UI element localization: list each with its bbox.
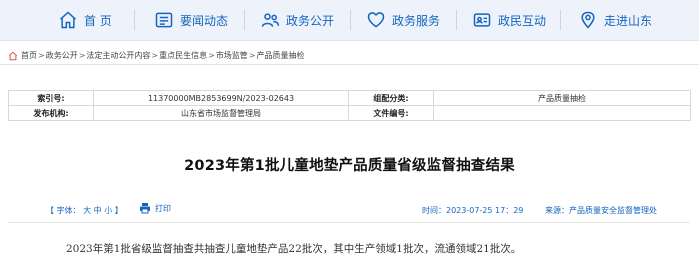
- font-size-medium-button[interactable]: 中: [94, 206, 102, 215]
- breadcrumb-quality-inspection[interactable]: 产品质量抽检: [257, 50, 305, 61]
- publisher-label: 发布机构:: [8, 105, 94, 121]
- breadcrumb-gov-open[interactable]: 政务公开: [46, 50, 78, 61]
- table-row: 索引号: 11370000MB2853699N/2023-02643 组配分类:…: [8, 90, 691, 106]
- breadcrumb-separator: >: [151, 51, 159, 60]
- nav-item-label: 政民互动: [498, 13, 547, 28]
- nav-item-gov-service[interactable]: 政务服务: [366, 7, 440, 33]
- category-label: 组配分类:: [348, 90, 434, 106]
- breadcrumb-market-supervision[interactable]: 市场监管: [216, 50, 248, 61]
- publish-time: 时间：2023-07-25 17：29: [422, 206, 524, 215]
- nav-divider: [350, 10, 351, 30]
- font-size-prefix: 【 字体：: [46, 206, 81, 215]
- nav-item-interaction[interactable]: 政民互动: [472, 7, 546, 33]
- font-size-small-button[interactable]: 小: [104, 206, 112, 215]
- toolbar-divider: [8, 222, 690, 223]
- breadcrumb-separator: >: [78, 51, 86, 60]
- breadcrumb-divider: [0, 64, 699, 65]
- heart-icon: [367, 12, 385, 28]
- printer-icon: [140, 203, 150, 214]
- home-icon: [8, 51, 18, 60]
- nav-item-news[interactable]: 要闻动态: [154, 7, 228, 33]
- document-info-table: 索引号: 11370000MB2853699N/2023-02643 组配分类:…: [8, 90, 691, 121]
- font-size-large-button[interactable]: 大: [83, 206, 91, 215]
- article-toolbar: 【 字体： 大 中 小 】 打印 时间：2023-07-25 17：29 来源：…: [8, 199, 690, 219]
- document-number-label: 文件编号:: [348, 105, 434, 121]
- nav-item-about-shandong[interactable]: 走进山东: [578, 7, 652, 33]
- breadcrumb-separator: >: [248, 51, 256, 60]
- home-icon: [60, 11, 76, 29]
- breadcrumb: 首页 > 政务公开 > 法定主动公开内容 > 重点民生信息 > 市场监管 > 产…: [8, 50, 305, 61]
- nav-divider: [134, 10, 135, 30]
- top-nav: 首 页 要闻动态 政务公开 政务服务 政民互动 走进山东: [0, 0, 699, 41]
- id-card-icon: [473, 13, 491, 27]
- nav-divider: [456, 10, 457, 30]
- index-label: 索引号:: [8, 90, 94, 106]
- font-size-control: 【 字体： 大 中 小 】: [46, 205, 123, 216]
- source-text: 来源：产品质量安全监督管理处: [545, 206, 657, 215]
- nav-item-label: 首 页: [84, 13, 112, 28]
- nav-item-label: 政务服务: [392, 13, 441, 28]
- location-pin-icon: [581, 11, 595, 29]
- print-label: 打印: [155, 203, 171, 213]
- page-title: 2023年第1批儿童地垫产品质量省级监督抽查结果: [184, 158, 515, 174]
- breadcrumb-separator: >: [208, 51, 215, 60]
- breadcrumb-separator: >: [38, 51, 45, 60]
- print-button[interactable]: 打印: [139, 202, 171, 214]
- breadcrumb-livelihood[interactable]: 重点民生信息: [159, 50, 207, 61]
- publisher-value: 山东省市场监督管理局: [93, 105, 349, 121]
- nav-item-home[interactable]: 首 页: [58, 7, 112, 33]
- nav-item-label: 政务公开: [286, 13, 335, 28]
- nav-divider: [244, 10, 245, 30]
- font-size-suffix: 】: [114, 206, 123, 215]
- nav-divider: [560, 10, 561, 30]
- people-icon: [261, 13, 280, 27]
- index-value: 11370000MB2853699N/2023-02643: [93, 90, 349, 106]
- nav-item-label: 走进山东: [604, 13, 653, 28]
- news-icon: [155, 12, 173, 28]
- article-paragraph: 2023年第1批省级监督抽查共抽查儿童地垫产品22批次，其中生产领域1批次，流通…: [66, 243, 522, 255]
- document-number-value: [433, 105, 691, 121]
- nav-item-gov-open[interactable]: 政务公开: [260, 7, 334, 33]
- category-value: 产品质量抽检: [433, 90, 691, 106]
- breadcrumb-legal-disclosure[interactable]: 法定主动公开内容: [86, 50, 150, 61]
- table-row: 发布机构: 山东省市场监督管理局 文件编号:: [8, 105, 691, 121]
- nav-item-label: 要闻动态: [180, 13, 229, 28]
- breadcrumb-home[interactable]: 首页: [21, 50, 37, 61]
